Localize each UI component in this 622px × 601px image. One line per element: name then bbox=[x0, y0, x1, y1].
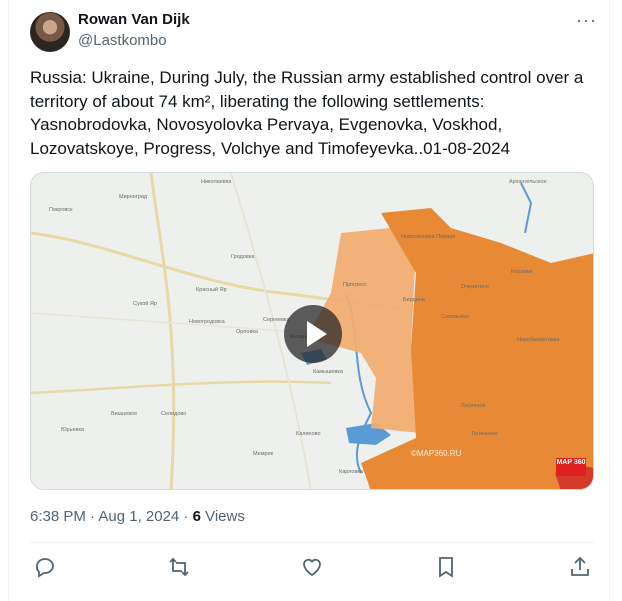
reply-icon[interactable] bbox=[33, 555, 57, 579]
map-watermark: ©MAP360.RU bbox=[411, 449, 462, 458]
timestamp[interactable]: 6:38 PM · Aug 1, 2024 · bbox=[30, 508, 193, 525]
svg-text:Мирноград: Мирноград bbox=[119, 194, 148, 200]
svg-text:Керамик: Керамик bbox=[511, 269, 533, 275]
author-name[interactable]: Rowan Van Dijk bbox=[78, 11, 190, 28]
svg-text:Селидово: Селидово bbox=[161, 411, 186, 417]
retweet-icon[interactable] bbox=[167, 555, 191, 579]
svg-text:Покровск: Покровск bbox=[49, 207, 73, 213]
play-button-icon[interactable] bbox=[284, 305, 342, 363]
svg-text:Бердичи: Бердичи bbox=[403, 297, 425, 303]
svg-text:Карловка: Карловка bbox=[339, 469, 364, 475]
svg-text:Вишневое: Вишневое bbox=[111, 411, 137, 417]
svg-text:Новогродовка: Новогродовка bbox=[189, 319, 226, 325]
tweet-text: Russia: Ukraine, During July, the Russia… bbox=[30, 68, 584, 158]
tweet-meta: 6:38 PM · Aug 1, 2024 · 6 Views bbox=[30, 508, 245, 525]
bookmark-icon[interactable] bbox=[434, 555, 458, 579]
map-logo: MAP 360 bbox=[556, 458, 586, 476]
svg-text:Николаевка: Николаевка bbox=[201, 179, 232, 185]
author-handle[interactable]: @Lastkombo bbox=[78, 32, 167, 49]
video-media[interactable]: Мирноград Покровск Гродовка Новогродовка… bbox=[30, 172, 594, 490]
svg-text:Калиново: Калиново bbox=[296, 431, 321, 437]
share-icon[interactable] bbox=[568, 555, 592, 579]
views-label: Views bbox=[200, 508, 245, 525]
svg-text:Гродовка: Гродовка bbox=[231, 254, 255, 260]
svg-text:Сукой Яр: Сукой Яр bbox=[133, 300, 157, 307]
divider bbox=[30, 542, 594, 543]
svg-text:Лисичное: Лисичное bbox=[461, 403, 486, 409]
svg-text:Орловка: Орловка bbox=[236, 329, 259, 335]
svg-text:Новосёловка Первая: Новосёловка Первая bbox=[401, 234, 455, 240]
svg-text:Очеретино: Очеретино bbox=[461, 284, 489, 290]
svg-text:Юрьевка: Юрьевка bbox=[61, 427, 85, 433]
like-icon[interactable] bbox=[300, 555, 324, 579]
svg-text:Новобахмутовка: Новобахмутовка bbox=[517, 337, 560, 343]
svg-text:Тоненькое: Тоненькое bbox=[471, 431, 498, 437]
svg-text:Прогресс: Прогресс bbox=[343, 282, 367, 288]
svg-text:Мемрик: Мемрик bbox=[253, 451, 274, 457]
more-icon[interactable]: ··· bbox=[576, 10, 597, 31]
views-count: 6 bbox=[192, 508, 201, 525]
svg-text:Камышевка: Камышевка bbox=[313, 369, 344, 375]
avatar[interactable] bbox=[30, 12, 70, 52]
svg-text:Архангельское: Архангельское bbox=[509, 179, 547, 185]
svg-text:Красный Яр: Красный Яр bbox=[196, 286, 227, 293]
svg-text:Соловьёво: Соловьёво bbox=[441, 314, 469, 320]
